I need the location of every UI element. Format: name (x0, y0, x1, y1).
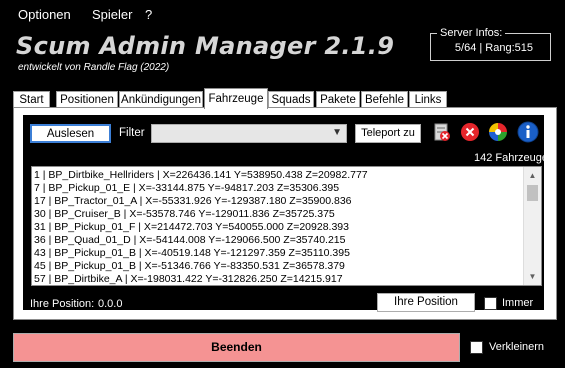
list-item[interactable]: 45 | BP_Pickup_01_B | X=-51346.766 Y=-83… (34, 260, 345, 272)
position-label: Ihre Position: (30, 298, 95, 310)
tab-start[interactable]: Start (13, 91, 50, 108)
ihre-position-button[interactable]: Ihre Position (377, 293, 475, 312)
vehicle-list[interactable]: 1 | BP_Dirtbike_Hellriders | X=226436.14… (31, 166, 542, 286)
server-info-value: 5/64 | Rang:515 (454, 42, 533, 54)
list-item[interactable]: 36 | BP_Quad_01_D | X=-54144.008 Y=-1290… (34, 234, 345, 246)
filter-label: Filter (119, 127, 145, 139)
scroll-thumb[interactable] (527, 185, 538, 201)
menu-optionen[interactable]: Optionen (18, 7, 71, 22)
tab-pakete[interactable]: Pakete (316, 91, 360, 108)
tab-fahrzeuge[interactable]: Fahrzeuge (204, 88, 268, 109)
filter-combobox[interactable]: ▼ (151, 124, 347, 143)
tab-befehle[interactable]: Befehle (361, 91, 408, 108)
immer-checkbox[interactable] (484, 297, 497, 310)
list-item[interactable]: 31 | BP_Pickup_01_F | X=214472.703 Y=540… (34, 221, 349, 233)
list-scrollbar[interactable]: ▲ ▼ (523, 167, 541, 285)
immer-label: Immer (502, 297, 534, 309)
list-item[interactable]: 1 | BP_Dirtbike_Hellriders | X=226436.14… (34, 169, 368, 181)
info-icon[interactable] (517, 121, 539, 143)
color-wheel-icon[interactable] (488, 122, 508, 142)
auslesen-button[interactable]: Auslesen (30, 124, 111, 143)
scroll-up-icon[interactable]: ▲ (524, 167, 541, 184)
delete-vehicle-icon[interactable] (430, 121, 452, 143)
menu-bar: Optionen Spieler ? (0, 0, 565, 28)
verkleinern-label: Verkleinern (489, 341, 545, 353)
menu-help[interactable]: ? (145, 7, 152, 22)
teleport-button[interactable]: Teleport zu (355, 124, 421, 143)
tab-positionen[interactable]: Positionen (56, 91, 118, 108)
chevron-down-icon: ▼ (332, 127, 342, 138)
app-title: Scum Admin Manager 2.1.9 (16, 32, 395, 60)
tab-links[interactable]: Links (409, 91, 447, 108)
scroll-down-icon[interactable]: ▼ (524, 268, 541, 285)
position-value: 0.0.0 (98, 298, 123, 310)
verkleinern-checkbox[interactable] (470, 341, 483, 354)
list-item[interactable]: 17 | BP_Tractor_01_A | X=-55331.926 Y=-1… (34, 195, 352, 207)
server-info-legend: Server Infos: (437, 27, 506, 39)
app-subtitle: entwickelt von Randle Flag (2022) (18, 62, 170, 73)
list-item[interactable]: 57 | BP_Dirtbike_A | X=-198031.422 Y=-31… (34, 273, 343, 285)
list-item[interactable]: 7 | BP_Pickup_01_E | X=-33144.875 Y=-948… (34, 182, 339, 194)
beenden-button[interactable]: Beenden (13, 333, 460, 362)
list-item[interactable]: 30 | BP_Cruiser_B | X=-53578.746 Y=-1290… (34, 208, 335, 220)
tab-ankuendigungen[interactable]: Ankündigungen (119, 91, 203, 108)
close-icon[interactable] (460, 122, 480, 142)
vehicle-count: 142 Fahrzeuge (474, 152, 548, 164)
menu-spieler[interactable]: Spieler (92, 7, 132, 22)
tab-squads[interactable]: Squads (268, 91, 314, 108)
list-item[interactable]: 43 | BP_Pickup_01_B | X=-40519.148 Y=-12… (34, 247, 350, 259)
